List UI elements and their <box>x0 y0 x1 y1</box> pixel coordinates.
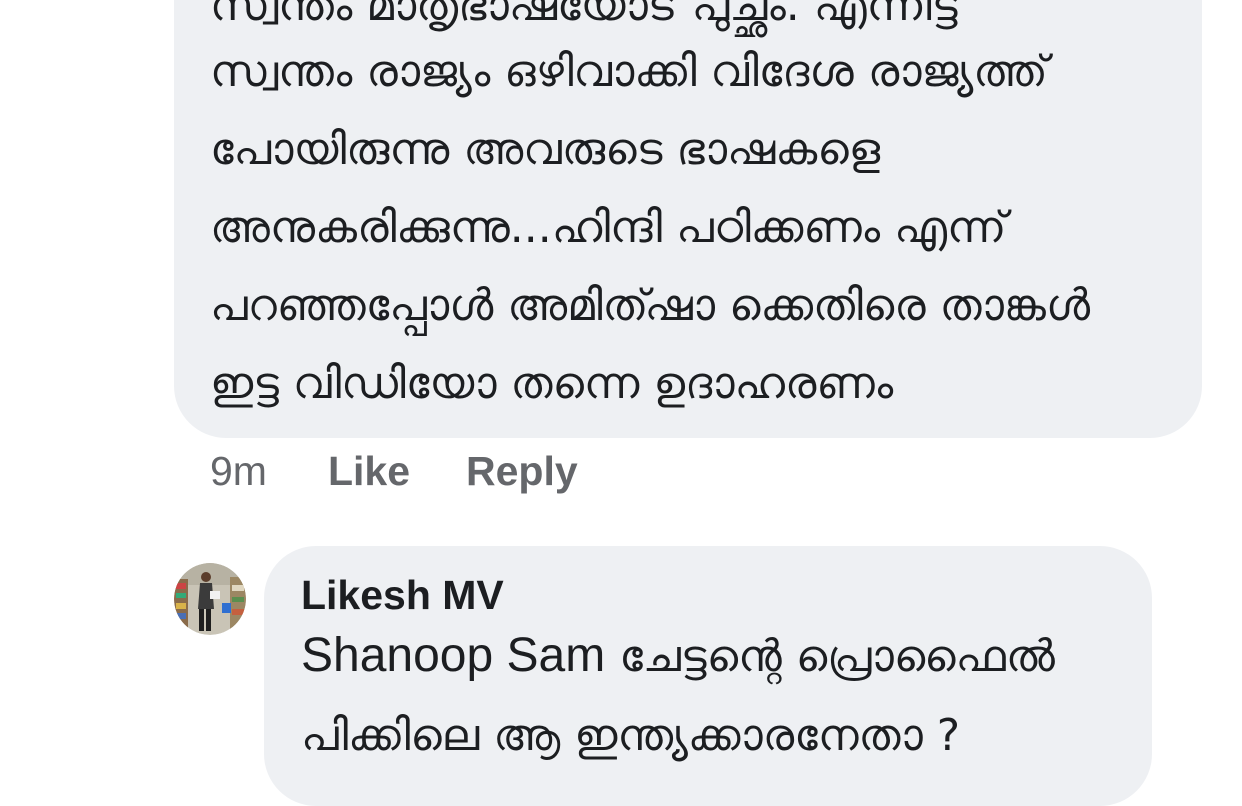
comment-text-line: അനുകരിക്കുന്നു...ഹിന്ദി പഠിക്കണം എന്ന് <box>210 202 1007 253</box>
reply-button[interactable]: Reply <box>466 448 578 495</box>
comment-text-fragment: ചേട്ടന്റെ പ്രൊഫൈൽ <box>605 631 1055 682</box>
avatar[interactable] <box>174 563 246 635</box>
comment-author[interactable]: Likesh MV <box>301 572 504 619</box>
comment-text-line: പിക്കിലെ ആ ഇന്ത്യക്കാരനേതാ ? <box>301 710 961 761</box>
comment-timestamp[interactable]: 9m <box>210 448 267 495</box>
comment-bubble: Likesh MV Shanoop Sam ചേട്ടന്റെ പ്രൊഫൈൽ … <box>264 546 1152 806</box>
comment-text-line: Shanoop Sam ചേട്ടന്റെ പ്രൊഫൈൽ <box>301 632 1055 680</box>
comment-text-line: പോയിരുന്നു അവരുടെ ഭാഷകളെ <box>210 124 881 175</box>
mention-link[interactable]: Shanoop Sam <box>301 629 605 682</box>
comment-text-line: പറഞ്ഞപ്പോൾ അമിത്ഷാ ക്കെതിരെ താങ്കൾ <box>210 280 1091 331</box>
like-button[interactable]: Like <box>328 448 410 495</box>
comment-bubble: സ്വന്തം മാതൃഭാഷയോട് പുച്ഛം. എന്നിട്ട് സ്… <box>174 0 1202 438</box>
comment-text-line: ഇട്ട വിഡിയോ തന്നെ ഉദാഹരണം <box>210 358 894 409</box>
comment-text-line: സ്വന്തം മാതൃഭാഷയോട് പുച്ഛം. എന്നിട്ട് <box>210 0 962 31</box>
comment-text-line: സ്വന്തം രാജ്യം ഒഴിവാക്കി വിദേശ രാജ്യത്ത് <box>210 46 1048 97</box>
